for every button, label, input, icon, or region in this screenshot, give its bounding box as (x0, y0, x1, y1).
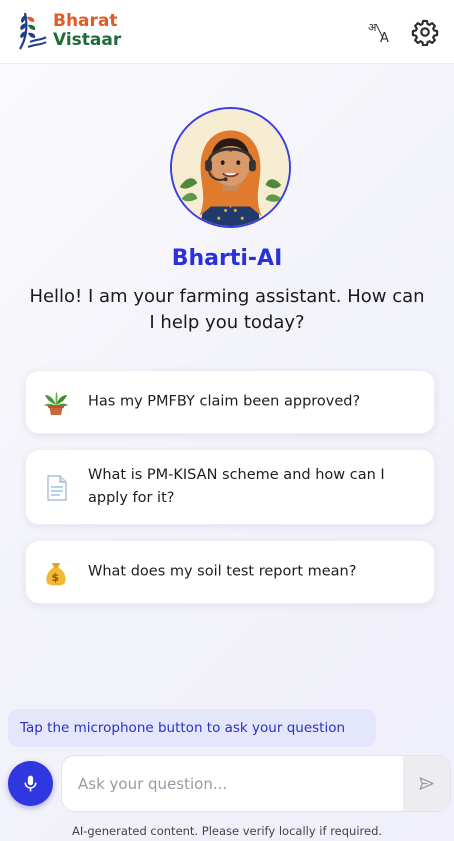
suggestion-text: What does my soil test report mean? (88, 563, 357, 580)
document-icon (47, 475, 67, 501)
svg-text:$: $ (52, 571, 60, 584)
question-input[interactable] (62, 756, 404, 811)
suggestion-text: Has my PMFBY claim been approved? (88, 393, 361, 410)
svg-text:अ: अ (368, 21, 377, 34)
microphone-button[interactable] (8, 761, 53, 806)
potted-plant-icon (44, 391, 68, 415)
money-bag-icon: $ (46, 563, 66, 586)
mic-hint-tooltip: Tap the microphone button to ask your qu… (8, 709, 376, 747)
send-icon (419, 777, 434, 790)
ai-disclaimer: AI-generated content. Please verify loca… (71, 824, 383, 838)
svg-text:A: A (380, 31, 389, 46)
assistant-name: Bharti-AI (171, 246, 283, 271)
send-button[interactable] (403, 756, 450, 811)
suggestion-card-pmfby[interactable]: Has my PMFBY claim been approved? (25, 370, 435, 434)
brand-name: Bharat Vistaar (53, 12, 121, 50)
farmer-woman-illustration (172, 109, 289, 226)
brand-logo[interactable]: Bharat Vistaar (16, 9, 136, 55)
translate-icon: अ A (368, 21, 389, 46)
microphone-icon (24, 775, 37, 792)
assistant-avatar (170, 107, 291, 228)
suggestion-card-soil-test[interactable]: $ What does my soil test report mean? (25, 540, 435, 604)
app-header: Bharat Vistaar अ A (0, 0, 454, 64)
greeting-message: Hello! I am your farming assistant. How … (29, 286, 425, 333)
language-button[interactable]: अ A (367, 18, 395, 46)
settings-button[interactable] (411, 18, 439, 47)
suggestion-text: What is PM-KISAN scheme and how can I ap… (88, 467, 385, 506)
brand-line-1: Bharat (53, 11, 118, 31)
question-composer (61, 755, 451, 812)
wheat-logo-icon (19, 12, 47, 50)
gear-icon (411, 19, 439, 47)
suggestion-card-pm-kisan[interactable]: What is PM-KISAN scheme and how can I ap… (25, 449, 435, 525)
brand-line-2: Vistaar (53, 30, 122, 50)
